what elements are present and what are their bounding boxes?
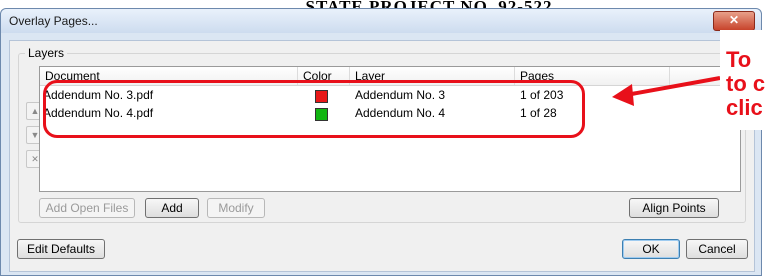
annotation-arrow-icon <box>612 76 721 106</box>
annotation-line: to c <box>726 71 766 96</box>
annotation-line: To <box>726 47 752 72</box>
annotation-line: clic <box>726 95 763 120</box>
annotation-callout: To to c clic <box>720 30 778 130</box>
